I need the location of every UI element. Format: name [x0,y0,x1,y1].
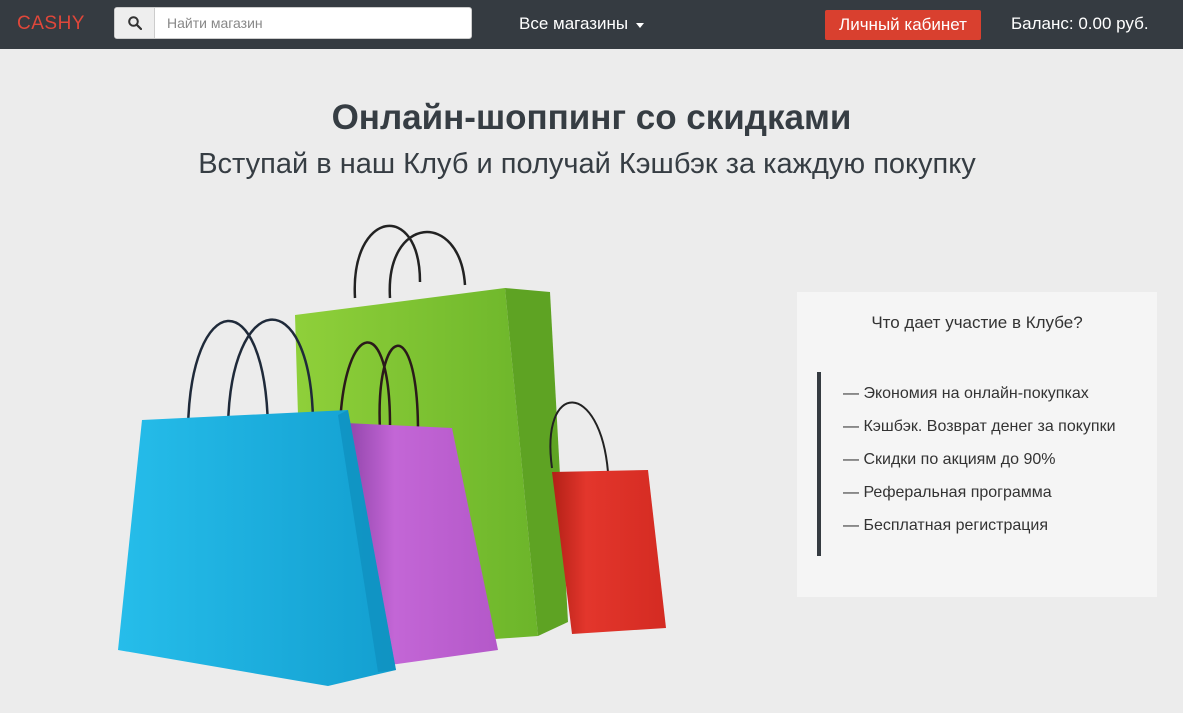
club-card-title: Что дает участие в Клубе? [871,313,1083,332]
benefit-item: — Скидки по акциям до 90% [843,451,1056,468]
search-input[interactable] [155,8,471,38]
benefit-item: — Реферальная программа [843,484,1052,501]
logo-link[interactable]: CASHY [17,13,85,35]
benefit-item: — Кэшбэк. Возврат денег за покупки [843,418,1116,435]
top-navbar: CASHY Все магазины Личный кабинет Баланс… [0,0,1183,49]
search-button[interactable] [115,8,155,38]
store-search [114,7,472,39]
shopping-bags-illustration [118,224,666,686]
hero-subtitle: Вступай в наш Клуб и получай Кэшбэк за к… [198,148,976,180]
all-stores-label: Все магазины [519,14,629,33]
benefit-item: — Бесплатная регистрация [843,517,1049,534]
red-bag [549,401,666,634]
search-icon [127,16,142,30]
hero-title: Онлайн-шоппинг со скидками [331,98,852,137]
caret-down-icon [636,22,645,28]
all-stores-dropdown[interactable]: Все магазины [519,14,645,34]
personal-account-button[interactable]: Личный кабинет [825,10,981,40]
balance-text: Баланс: 0.00 руб. [1011,14,1149,33]
club-benefits-card: Что дает участие в Клубе? — Экономия на … [797,292,1157,597]
benefit-item: — Экономия на онлайн-покупках [843,385,1089,402]
benefits-list: — Экономия на онлайн-покупках — Кэшбэк. … [817,372,1147,556]
